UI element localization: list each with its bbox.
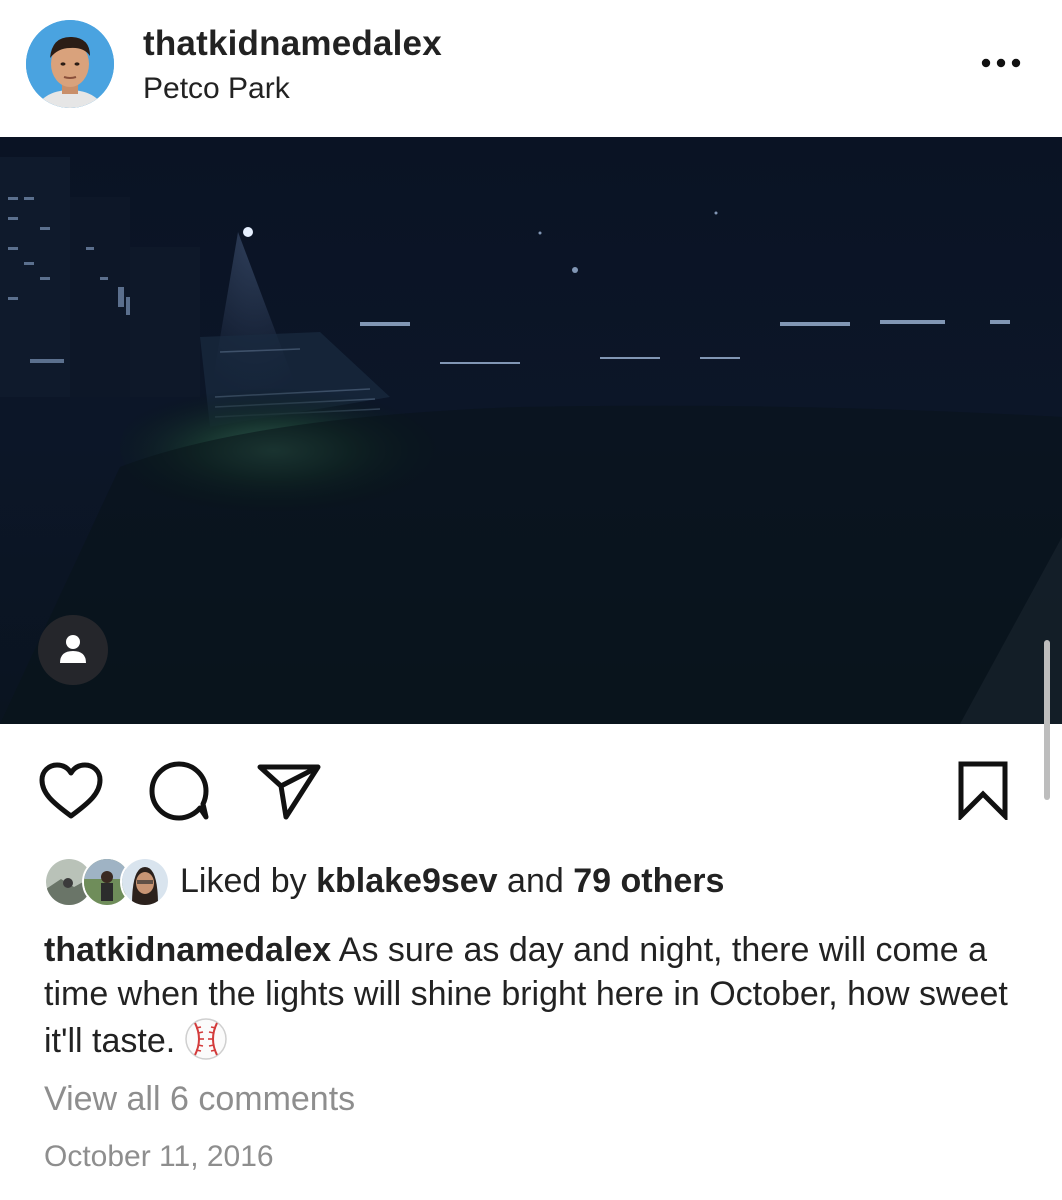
share-button[interactable]	[256, 762, 322, 820]
heart-icon	[39, 762, 103, 819]
comment-icon	[149, 761, 209, 821]
save-button[interactable]	[955, 760, 1011, 823]
like-button[interactable]	[38, 762, 104, 820]
avatar[interactable]	[26, 20, 114, 108]
paper-plane-icon	[257, 764, 321, 820]
scrollbar[interactable]	[1044, 640, 1050, 800]
comment-button[interactable]	[148, 760, 210, 822]
post-username[interactable]: thatkidnamedalex	[143, 24, 442, 64]
liker-avatars[interactable]	[44, 857, 170, 907]
post-photo[interactable]	[0, 137, 1062, 724]
person-icon	[60, 635, 86, 663]
more-options-button[interactable]	[976, 50, 1026, 76]
likes-summary[interactable]: Liked by kblake9sev and 79 others	[180, 862, 724, 901]
liker-avatar	[120, 857, 170, 907]
post-header: thatkidnamedalex Petco Park	[0, 0, 1062, 137]
first-liker-link[interactable]: kblake9sev	[316, 862, 498, 900]
tagged-people-button[interactable]	[38, 615, 108, 685]
stadium-night-image	[0, 137, 1062, 724]
bookmark-icon	[958, 761, 1008, 823]
post-date: October 11, 2016	[44, 1140, 274, 1173]
post-caption: thatkidnamedalex As sure as day and nigh…	[44, 928, 1034, 1063]
baseball-icon	[183, 1016, 229, 1062]
more-horizontal-icon	[981, 58, 1021, 68]
likes-connector: and	[497, 862, 574, 900]
post-location[interactable]: Petco Park	[143, 72, 290, 106]
likes-prefix: Liked by	[180, 862, 317, 900]
view-all-comments-link[interactable]: View all 6 comments	[44, 1080, 355, 1119]
others-liked-link[interactable]: 79 others	[573, 862, 724, 900]
caption-username[interactable]: thatkidnamedalex	[44, 931, 331, 969]
